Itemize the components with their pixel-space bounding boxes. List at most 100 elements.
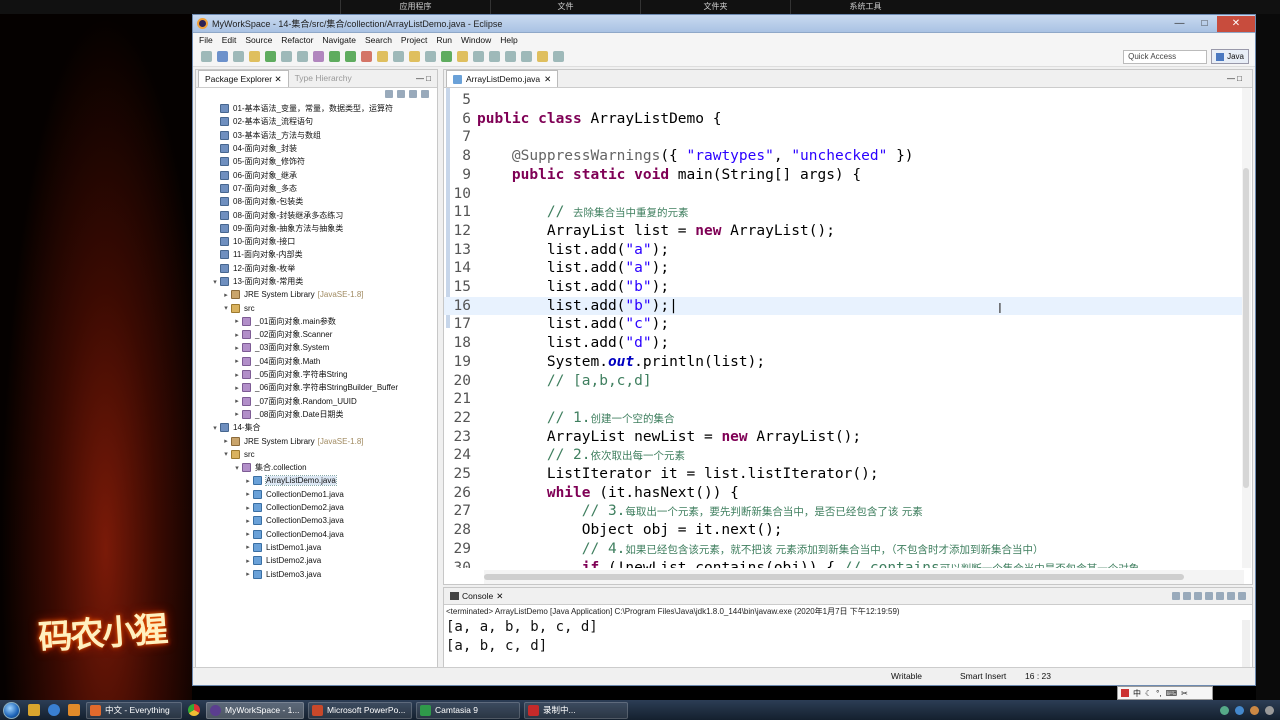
menu-search[interactable]: Search xyxy=(365,35,392,45)
code-line[interactable]: 5 xyxy=(444,91,1244,110)
quicklaunch-explorer-icon[interactable] xyxy=(26,703,42,717)
quicklaunch-media-icon[interactable] xyxy=(66,703,82,717)
open-task-icon[interactable] xyxy=(281,51,292,62)
menu-help[interactable]: Help xyxy=(500,35,517,45)
editor-scroll-thumb[interactable] xyxy=(1243,168,1249,488)
code-line[interactable]: 24 // 2.依次取出每一个元素 xyxy=(444,446,1244,465)
tree-item[interactable]: ▸ CollectionDemo2.java xyxy=(196,501,437,514)
code-line[interactable]: 29 // 4.如果已经包含该元素，就不把该 元素添加到新集合当中，（不包含时才… xyxy=(444,540,1244,559)
toggle-mark-icon[interactable] xyxy=(457,51,468,62)
tree-twisty-icon[interactable]: ▸ xyxy=(243,530,253,538)
menu-refactor[interactable]: Refactor xyxy=(281,35,313,45)
view-menu-icon[interactable] xyxy=(421,90,429,98)
code-line[interactable]: 13 list.add("a"); xyxy=(444,241,1244,260)
close-button[interactable]: ✕ xyxy=(1217,15,1255,32)
help-icon[interactable] xyxy=(1235,705,1244,715)
remove-launch-icon[interactable] xyxy=(1183,592,1191,600)
tree-twisty-icon[interactable]: ▾ xyxy=(210,424,220,432)
quicklaunch-ie-icon[interactable] xyxy=(46,703,62,717)
menu-file[interactable]: File xyxy=(199,35,213,45)
network-icon[interactable] xyxy=(1220,705,1229,715)
tree-item[interactable]: 03-基本语法_方法与数组 xyxy=(196,129,437,142)
ime-moon-icon[interactable]: ☾ xyxy=(1145,689,1152,698)
code-line[interactable]: 12 ArrayList list = new ArrayList(); xyxy=(444,222,1244,241)
tree-item[interactable]: ▾ 13-面向对象-常用类 xyxy=(196,275,437,288)
pin-console-icon[interactable] xyxy=(1216,592,1224,600)
tree-item[interactable]: 11-面向对象-内部类 xyxy=(196,248,437,261)
tree-item[interactable]: ▸ _07面向对象.Random_UUID xyxy=(196,395,437,408)
tree-twisty-icon[interactable]: ▸ xyxy=(243,557,253,565)
tree-item[interactable]: ▸ CollectionDemo3.java xyxy=(196,514,437,527)
ime-toolbar[interactable]: 中 ☾ °, ⌨ ✂ xyxy=(1117,686,1213,700)
new-package-icon[interactable] xyxy=(393,51,404,62)
desktop-label-apps[interactable]: 应用程序 xyxy=(340,0,490,14)
quicklaunch-chrome-icon[interactable] xyxy=(186,703,202,717)
code-line[interactable]: 15 list.add("b"); xyxy=(444,278,1244,297)
quick-access-input[interactable]: Quick Access xyxy=(1123,49,1208,64)
code-line[interactable]: 21 xyxy=(444,390,1244,409)
code-line[interactable]: 17 list.add("c"); xyxy=(444,315,1244,334)
tree-item[interactable]: 06-面向对象_继承 xyxy=(196,168,437,181)
close-console-icon[interactable]: ✕ xyxy=(496,591,503,602)
menu-navigate[interactable]: Navigate xyxy=(322,35,356,45)
tree-item[interactable]: 12-面向对象-枚举 xyxy=(196,262,437,275)
tree-item[interactable]: ▸ _02面向对象.Scanner xyxy=(196,328,437,341)
prev-annotation-icon[interactable] xyxy=(521,51,532,62)
menu-edit[interactable]: Edit xyxy=(222,35,237,45)
editor-vertical-scrollbar[interactable] xyxy=(1242,88,1251,568)
refresh-icon[interactable] xyxy=(265,51,276,62)
coverage-icon[interactable] xyxy=(345,51,356,62)
tab-type-hierarchy[interactable]: Type Hierarchy xyxy=(289,70,358,87)
code-line[interactable]: 14 list.add("a"); xyxy=(444,259,1244,278)
code-line[interactable]: 25 ListIterator it = list.listIterator()… xyxy=(444,465,1244,484)
tree-twisty-icon[interactable]: ▸ xyxy=(232,410,242,418)
maximize-button[interactable]: □ xyxy=(1192,16,1217,32)
tree-twisty-icon[interactable]: ▸ xyxy=(243,543,253,551)
tree-twisty-icon[interactable]: ▸ xyxy=(232,397,242,405)
close-tab-icon[interactable]: ✕ xyxy=(544,71,551,88)
code-line[interactable]: 23 ArrayList newList = new ArrayList(); xyxy=(444,428,1244,447)
tree-item[interactable]: ▸ CollectionDemo4.java xyxy=(196,528,437,541)
tree-twisty-icon[interactable]: ▸ xyxy=(243,504,253,512)
external-tools-icon[interactable] xyxy=(361,51,372,62)
new-icon[interactable] xyxy=(201,51,212,62)
tree-twisty-icon[interactable]: ▾ xyxy=(221,304,231,312)
taskbar-powerpoint[interactable]: Microsoft PowerPo... xyxy=(308,701,412,719)
collapse-all-icon[interactable] xyxy=(385,90,393,98)
tree-twisty-icon[interactable]: ▸ xyxy=(232,384,242,392)
menu-source[interactable]: Source xyxy=(245,35,272,45)
tab-arraylistdemo[interactable]: ArrayListDemo.java ✕ xyxy=(446,70,559,88)
minimize-button[interactable]: — xyxy=(1167,16,1192,32)
whitespace-icon[interactable] xyxy=(489,51,500,62)
editor-horizontal-scrollbar[interactable] xyxy=(484,570,1244,584)
search-icon[interactable] xyxy=(425,51,436,62)
tree-item[interactable]: 08-面向对象-封装继承多态练习 xyxy=(196,208,437,221)
run-icon[interactable] xyxy=(329,51,340,62)
tree-item[interactable]: ▸ _01面向对象.main参数 xyxy=(196,315,437,328)
minimize-view-icon[interactable]: — □ xyxy=(416,74,431,83)
code-line[interactable]: 19 System.out.println(list); xyxy=(444,353,1244,372)
title-bar[interactable]: MyWorkSpace - 14-集合/src/集合/collection/Ar… xyxy=(193,15,1255,33)
tree-twisty-icon[interactable]: ▸ xyxy=(243,517,253,525)
terminate-icon[interactable] xyxy=(1172,592,1180,600)
tab-console[interactable]: Console xyxy=(462,591,493,601)
ime-keyboard-icon[interactable]: ⌨ xyxy=(1166,689,1178,698)
code-line[interactable]: 11 // 去除集合当中重复的元素 xyxy=(444,203,1244,222)
new-class-icon[interactable] xyxy=(409,51,420,62)
code-line[interactable]: 22 // 1.创建一个空的集合 xyxy=(444,409,1244,428)
tree-twisty-icon[interactable]: ▸ xyxy=(243,570,253,578)
debug-icon[interactable] xyxy=(313,51,324,62)
skip-breakpoints-icon[interactable] xyxy=(249,51,260,62)
desktop-label-folder[interactable]: 文件夹 xyxy=(640,0,790,14)
tree-item[interactable]: ▾ src xyxy=(196,301,437,314)
desktop-label-tools[interactable]: 系统工具 xyxy=(790,0,940,14)
ime-tools-icon[interactable]: ✂ xyxy=(1181,689,1188,698)
save-icon[interactable] xyxy=(217,51,228,62)
menu-run[interactable]: Run xyxy=(436,35,452,45)
tree-item[interactable]: 09-面向对象-抽象方法与抽象类 xyxy=(196,222,437,235)
tree-twisty-icon[interactable]: ▸ xyxy=(232,317,242,325)
tree-twisty-icon[interactable]: ▸ xyxy=(232,357,242,365)
ime-mode[interactable]: 中 xyxy=(1133,688,1141,699)
tree-item[interactable]: ▸ _03面向对象.System xyxy=(196,341,437,354)
tree-item[interactable]: ▾ src xyxy=(196,448,437,461)
